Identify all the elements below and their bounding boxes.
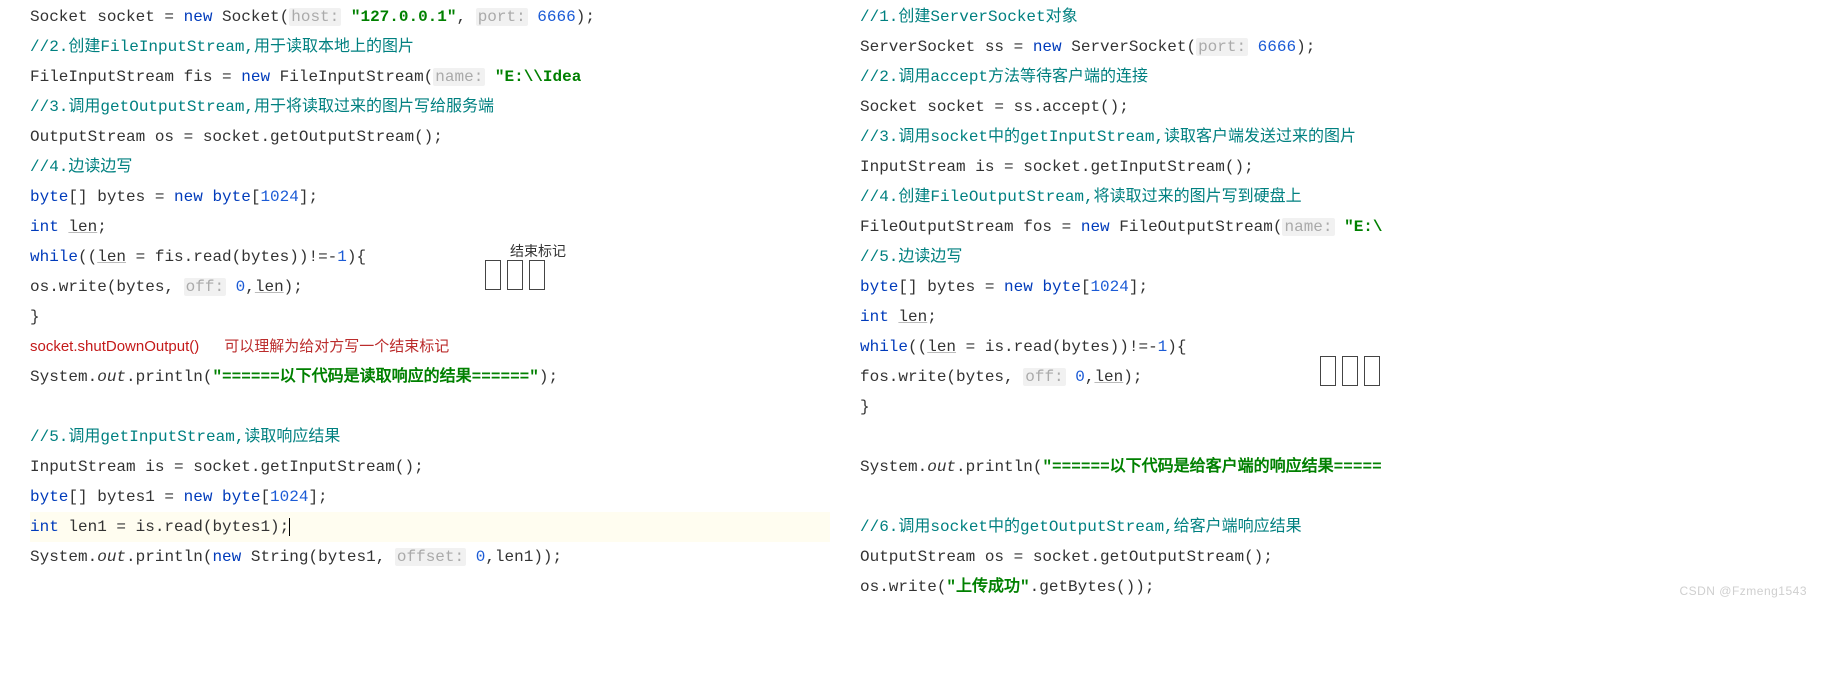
code-line: OutputStream os = socket.getOutputStream… — [30, 122, 830, 152]
code-line: byte[] bytes = new byte[1024]; — [860, 272, 1810, 302]
code-line: InputStream is = socket.getInputStream()… — [30, 452, 830, 482]
code-line: System.out.println("======以下代码是读取响应的结果==… — [30, 362, 830, 392]
server-code-panel: //1.创建ServerSocket对象 ServerSocket ss = n… — [830, 0, 1810, 612]
code-comparison: Socket socket = new Socket(host: "127.0.… — [0, 0, 1825, 612]
annotation-line: socket.shutDownOutput() 可以理解为给对方写一个结束标记 — [30, 332, 830, 362]
client-code-panel: Socket socket = new Socket(host: "127.0.… — [0, 0, 830, 612]
code-line: Socket socket = ss.accept(); — [860, 92, 1810, 122]
code-line: byte[] bytes1 = new byte[1024]; — [30, 482, 830, 512]
while-block: while((len = fis.read(bytes))!=-1){ os.w… — [30, 242, 830, 332]
watermark: CSDN @Fzmeng1543 — [1679, 576, 1807, 606]
comment-line: //4.边读边写 — [30, 152, 830, 182]
code-line: InputStream is = socket.getInputStream()… — [860, 152, 1810, 182]
code-line: while((len = fis.read(bytes))!=-1){ — [30, 242, 830, 272]
comment-line: //5.调用getInputStream,读取响应结果 — [30, 422, 830, 452]
comment-line: //3.调用socket中的getInputStream,读取客户端发送过来的图… — [860, 122, 1810, 152]
data-boxes-icon — [1320, 356, 1380, 386]
code-line: os.write("上传成功".getBytes()); — [860, 572, 1810, 602]
blank-line — [860, 422, 1810, 452]
comment-line: //2.调用accept方法等待客户端的连接 — [860, 62, 1810, 92]
code-line: System.out.println("======以下代码是给客户端的响应结果… — [860, 452, 1810, 482]
code-line: ServerSocket ss = new ServerSocket(port:… — [860, 32, 1810, 62]
code-line: FileOutputStream fos = new FileOutputStr… — [860, 212, 1810, 242]
code-line: System.out.println(new String(bytes1, of… — [30, 542, 830, 572]
shutdown-output-call: socket.shutDownOutput() — [30, 338, 199, 355]
comment-line: //3.调用getOutputStream,用于将读取过来的图片写给服务端 — [30, 92, 830, 122]
code-line: Socket socket = new Socket(host: "127.0.… — [30, 2, 830, 32]
while-block: while((len = is.read(bytes))!=-1){ fos.w… — [860, 332, 1810, 422]
comment-line: //2.创建FileInputStream,用于读取本地上的图片 — [30, 32, 830, 62]
blank-line — [30, 392, 830, 422]
data-boxes-icon — [485, 260, 545, 290]
code-line: int len; — [860, 302, 1810, 332]
code-line: } — [860, 392, 1810, 422]
blank-line — [860, 482, 1810, 512]
code-line: byte[] bytes = new byte[1024]; — [30, 182, 830, 212]
comment-line: //1.创建ServerSocket对象 — [860, 2, 1810, 32]
code-line: os.write(bytes, off: 0,len); — [30, 272, 830, 302]
text-cursor — [289, 518, 290, 536]
code-line: OutputStream os = socket.getOutputStream… — [860, 542, 1810, 572]
code-line: } — [30, 302, 830, 332]
code-line-highlighted: int len1 = is.read(bytes1); — [30, 512, 830, 542]
code-line: int len; — [30, 212, 830, 242]
code-line: FileInputStream fis = new FileInputStrea… — [30, 62, 830, 92]
comment-line: //5.边读边写 — [860, 242, 1810, 272]
comment-line: //4.创建FileOutputStream,将读取过来的图片写到硬盘上 — [860, 182, 1810, 212]
annotation-note: 可以理解为给对方写一个结束标记 — [224, 338, 449, 355]
comment-line: //6.调用socket中的getOutputStream,给客户端响应结果 — [860, 512, 1810, 542]
